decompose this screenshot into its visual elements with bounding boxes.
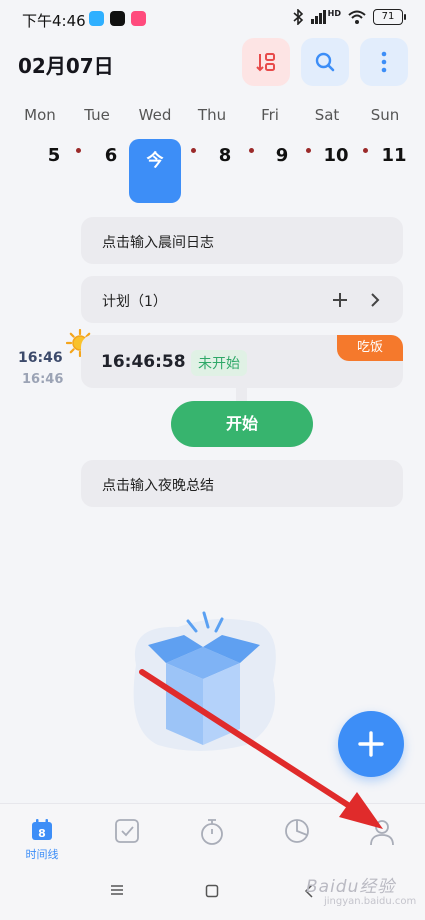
more-vertical-icon bbox=[381, 51, 387, 73]
tab-stats[interactable] bbox=[267, 818, 327, 868]
tab-timer[interactable] bbox=[182, 818, 242, 868]
wifi-icon bbox=[348, 10, 366, 24]
tiktok-icon bbox=[110, 11, 125, 26]
plan-label: 计划（1） bbox=[102, 294, 167, 310]
plan-card[interactable]: 计划（1） bbox=[81, 276, 403, 323]
tab-tasks[interactable] bbox=[97, 818, 157, 868]
weekday-label: Thu bbox=[197, 106, 227, 124]
status-time: 下午4:46 bbox=[22, 12, 86, 30]
stopwatch-icon bbox=[201, 819, 223, 845]
day-10[interactable]: 10 bbox=[314, 145, 358, 166]
morning-log-placeholder: 点击输入晨间日志 bbox=[102, 235, 214, 251]
weekday-label: Sat bbox=[314, 106, 340, 124]
plus-icon bbox=[358, 731, 384, 757]
status-badge: 未开始 bbox=[191, 350, 247, 376]
evening-log-card[interactable]: 点击输入夜晚总结 bbox=[81, 460, 403, 507]
app-notification-icon bbox=[131, 11, 146, 26]
evening-log-placeholder: 点击输入夜晚总结 bbox=[102, 478, 214, 494]
weekday-label: Tue bbox=[84, 106, 110, 124]
search-icon bbox=[315, 52, 335, 72]
bluetooth-icon bbox=[293, 9, 303, 25]
chevron-right-icon[interactable] bbox=[370, 292, 380, 308]
search-button[interactable] bbox=[301, 38, 349, 86]
weekday-label: Fri bbox=[261, 106, 279, 124]
weekday-label: Sun bbox=[370, 106, 400, 124]
day-6[interactable]: 6 bbox=[89, 145, 133, 166]
calendar-badge: 8 bbox=[38, 827, 46, 840]
battery-indicator: 71 bbox=[373, 9, 406, 25]
checklist-icon bbox=[115, 819, 139, 843]
pie-chart-icon bbox=[285, 819, 309, 843]
hd-label: HD bbox=[327, 8, 341, 18]
task-end-time: 16:46 bbox=[22, 372, 64, 387]
day-11[interactable]: 11 bbox=[372, 145, 416, 166]
page-title-date: 02月07日 bbox=[18, 54, 114, 78]
watermark: Baidu经验 bbox=[306, 877, 396, 897]
tab-profile[interactable] bbox=[352, 818, 412, 868]
tab-timeline[interactable]: 8 时间线 bbox=[12, 818, 72, 868]
day-9[interactable]: 9 bbox=[260, 145, 304, 166]
weekday-label: Mon bbox=[24, 106, 56, 124]
tab-timeline-label: 时间线 bbox=[25, 848, 59, 861]
task-timer: 16:46:58 bbox=[101, 352, 186, 372]
event-dot bbox=[76, 148, 81, 153]
event-dot bbox=[191, 148, 196, 153]
day-today[interactable]: 今 bbox=[129, 139, 181, 203]
event-dot bbox=[249, 148, 254, 153]
profile-icon bbox=[370, 820, 394, 846]
signal-icon bbox=[310, 10, 326, 24]
event-dot bbox=[363, 148, 368, 153]
sort-button[interactable] bbox=[242, 38, 290, 86]
day-5[interactable]: 5 bbox=[32, 145, 76, 166]
day-8[interactable]: 8 bbox=[203, 145, 247, 166]
more-button[interactable] bbox=[360, 38, 408, 86]
task-card[interactable]: 16:46:58 未开始 吃饭 bbox=[81, 335, 403, 388]
task-start-time: 16:46 bbox=[18, 350, 63, 366]
system-menu-icon[interactable] bbox=[110, 884, 124, 896]
weekday-label: Wed bbox=[138, 106, 172, 124]
task-tag: 吃饭 bbox=[337, 335, 403, 361]
app-notification-icon bbox=[89, 11, 104, 26]
add-event-button[interactable] bbox=[338, 711, 404, 777]
status-bar: 下午4:46 HD 71 bbox=[0, 0, 425, 38]
watermark-url: jingyan.baidu.com bbox=[324, 896, 417, 907]
morning-log-card[interactable]: 点击输入晨间日志 bbox=[81, 217, 403, 264]
event-dot bbox=[306, 148, 311, 153]
add-plan-icon[interactable] bbox=[332, 292, 348, 308]
system-home-icon[interactable] bbox=[205, 884, 219, 898]
start-button[interactable]: 开始 bbox=[171, 401, 313, 447]
sort-icon bbox=[256, 53, 275, 72]
empty-box-illustration bbox=[133, 611, 276, 751]
